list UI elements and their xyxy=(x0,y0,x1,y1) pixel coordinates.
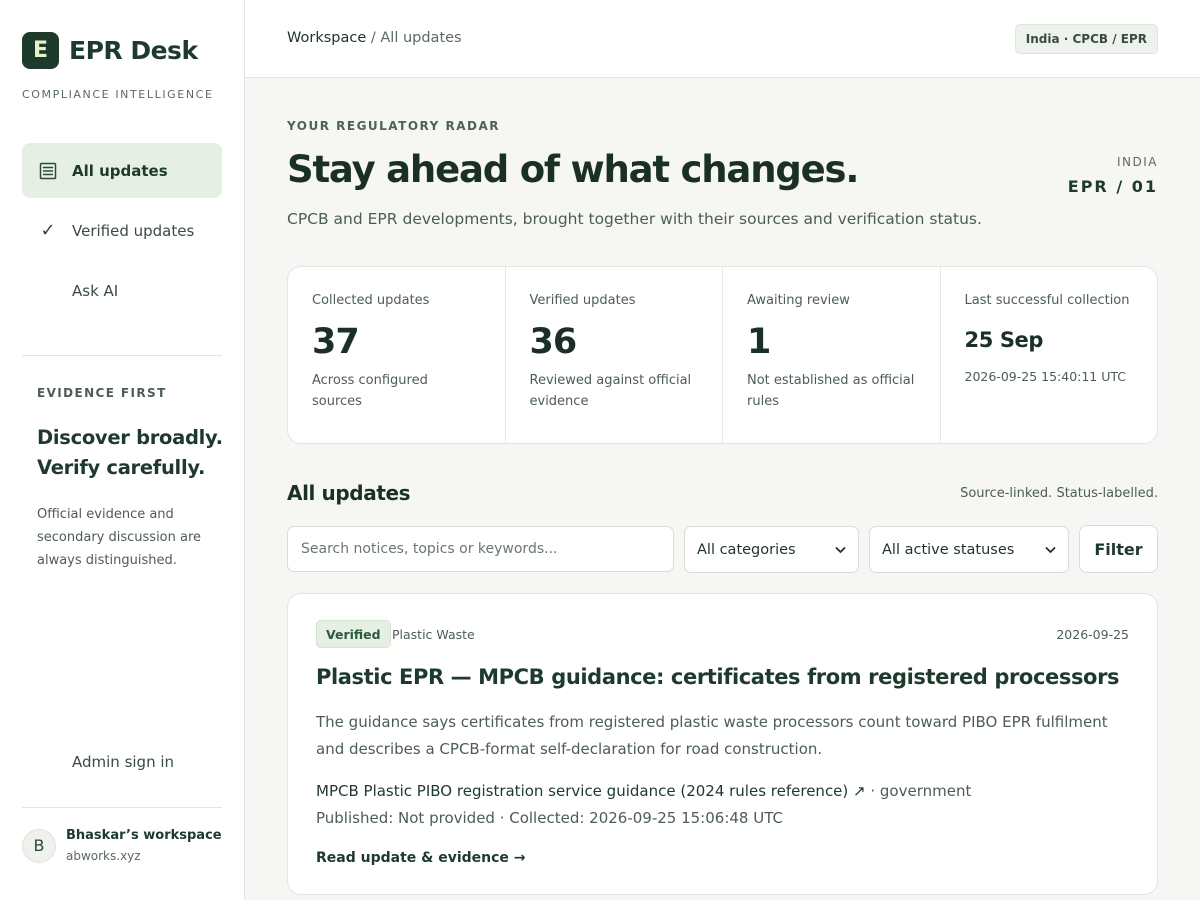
stat-label: Collected updates xyxy=(312,293,430,308)
source-link[interactable]: MPCB Plastic PIBO registration service g… xyxy=(316,782,866,800)
stat-awaiting: Awaiting review 1 Not established as off… xyxy=(723,267,941,443)
chevron-down-icon xyxy=(835,543,846,557)
evidence-description: Official evidence and secondary discussi… xyxy=(37,507,202,568)
list-icon xyxy=(38,161,58,181)
evidence-kicker: EVIDENCE FIRST xyxy=(37,386,167,400)
update-date: 2026-09-25 xyxy=(1056,627,1129,642)
status-select-value: All active statuses xyxy=(882,541,1015,558)
category-select-value: All categories xyxy=(697,541,796,558)
category-select[interactable]: All categories xyxy=(684,526,859,573)
region-country: INDIA xyxy=(1116,155,1158,169)
stat-note: 2026-09-25 15:40:11 UTC xyxy=(964,369,1127,384)
stat-value: 1 xyxy=(747,322,771,362)
sidebar-item-all-updates[interactable]: All updates xyxy=(22,143,222,198)
status-select[interactable]: All active statuses xyxy=(869,526,1069,573)
brand[interactable]: E EPR Desk xyxy=(22,32,198,69)
hero-kicker: YOUR REGULATORY RADAR xyxy=(287,119,501,133)
stat-label: Verified updates xyxy=(529,293,636,308)
topbar: Workspace / All updates India · CPCB / E… xyxy=(245,0,1200,78)
sidebar-item-label: Ask AI xyxy=(72,281,119,300)
stat-verified: Verified updates 36 Reviewed against off… xyxy=(506,267,723,443)
check-icon: ✓ xyxy=(40,220,56,241)
brand-name: EPR Desk xyxy=(69,36,198,65)
page-subtitle: CPCB and EPR developments, brought toget… xyxy=(287,210,982,228)
status-badge: Verified xyxy=(316,620,391,648)
sidebar-item-label: All updates xyxy=(72,161,168,180)
workspace-domain: abworks.xyz xyxy=(66,849,141,863)
update-meta: Published: Not provided · Collected: 202… xyxy=(316,809,783,827)
sidebar-nav: All updates ✓ Verified updates Ask AI xyxy=(22,143,222,323)
sidebar-divider xyxy=(22,807,222,808)
chevron-down-icon xyxy=(1045,543,1056,557)
source-type: · government xyxy=(865,782,972,800)
region-label: INDIA EPR / 01 xyxy=(1068,155,1158,196)
search-input[interactable] xyxy=(287,526,674,572)
workspace-switcher[interactable]: B Bhaskar’s workspace abworks.xyz xyxy=(22,828,222,863)
stat-collected: Collected updates 37 Across configured s… xyxy=(288,267,506,443)
stat-value: 36 xyxy=(529,322,578,362)
update-category: Plastic Waste xyxy=(392,627,475,642)
sidebar-item-ask-ai[interactable]: Ask AI xyxy=(22,263,222,318)
stat-label: Last successful collection xyxy=(964,293,1130,308)
filter-button[interactable]: Filter xyxy=(1079,525,1158,573)
stat-note: Not established as official rules xyxy=(747,373,915,409)
avatar: B xyxy=(22,828,56,863)
sidebar: E EPR Desk COMPLIANCE INTELLIGENCE All u… xyxy=(0,0,245,900)
update-title[interactable]: Plastic EPR — MPCB guidance: certificate… xyxy=(316,665,1120,689)
sidebar-item-verified-updates[interactable]: ✓ Verified updates xyxy=(22,203,222,258)
update-card: Verified Plastic Waste 2026-09-25 Plasti… xyxy=(287,593,1158,895)
update-source: MPCB Plastic PIBO registration service g… xyxy=(316,782,971,800)
workspace-name: Bhaskar’s workspace xyxy=(66,828,222,843)
breadcrumb-root[interactable]: Workspace xyxy=(287,30,366,46)
page-title: Stay ahead of what changes. xyxy=(287,148,859,191)
evidence-title: Discover broadly. Verify carefully. xyxy=(37,426,223,479)
breadcrumb-current: All updates xyxy=(380,30,462,46)
stat-value: 37 xyxy=(312,322,360,362)
section-title: All updates xyxy=(287,481,411,505)
stat-last-collection: Last successful collection 25 Sep 2026-0… xyxy=(941,267,1158,443)
section-note: Source-linked. Status-labelled. xyxy=(960,486,1158,501)
brand-logo: E xyxy=(22,32,59,69)
brand-tagline: COMPLIANCE INTELLIGENCE xyxy=(22,88,214,101)
breadcrumb: Workspace / All updates xyxy=(287,30,462,46)
stat-label: Awaiting review xyxy=(747,293,850,308)
stat-note: Across configured sources xyxy=(312,373,428,409)
sidebar-item-label: Verified updates xyxy=(72,221,195,240)
region-badge: India · CPCB / EPR xyxy=(1014,24,1158,54)
stats-panel: Collected updates 37 Across configured s… xyxy=(287,266,1158,444)
stat-note: Reviewed against official evidence xyxy=(529,373,692,409)
breadcrumb-separator: / xyxy=(366,30,381,46)
region-code: EPR / 01 xyxy=(1067,177,1158,196)
read-update-link[interactable]: Read update & evidence → xyxy=(316,850,526,866)
admin-sign-in-link[interactable]: Admin sign in xyxy=(72,753,174,771)
sidebar-divider xyxy=(22,355,222,356)
stat-value: 25 Sep xyxy=(964,328,1044,352)
update-summary: The guidance says certificates from regi… xyxy=(316,713,1108,758)
